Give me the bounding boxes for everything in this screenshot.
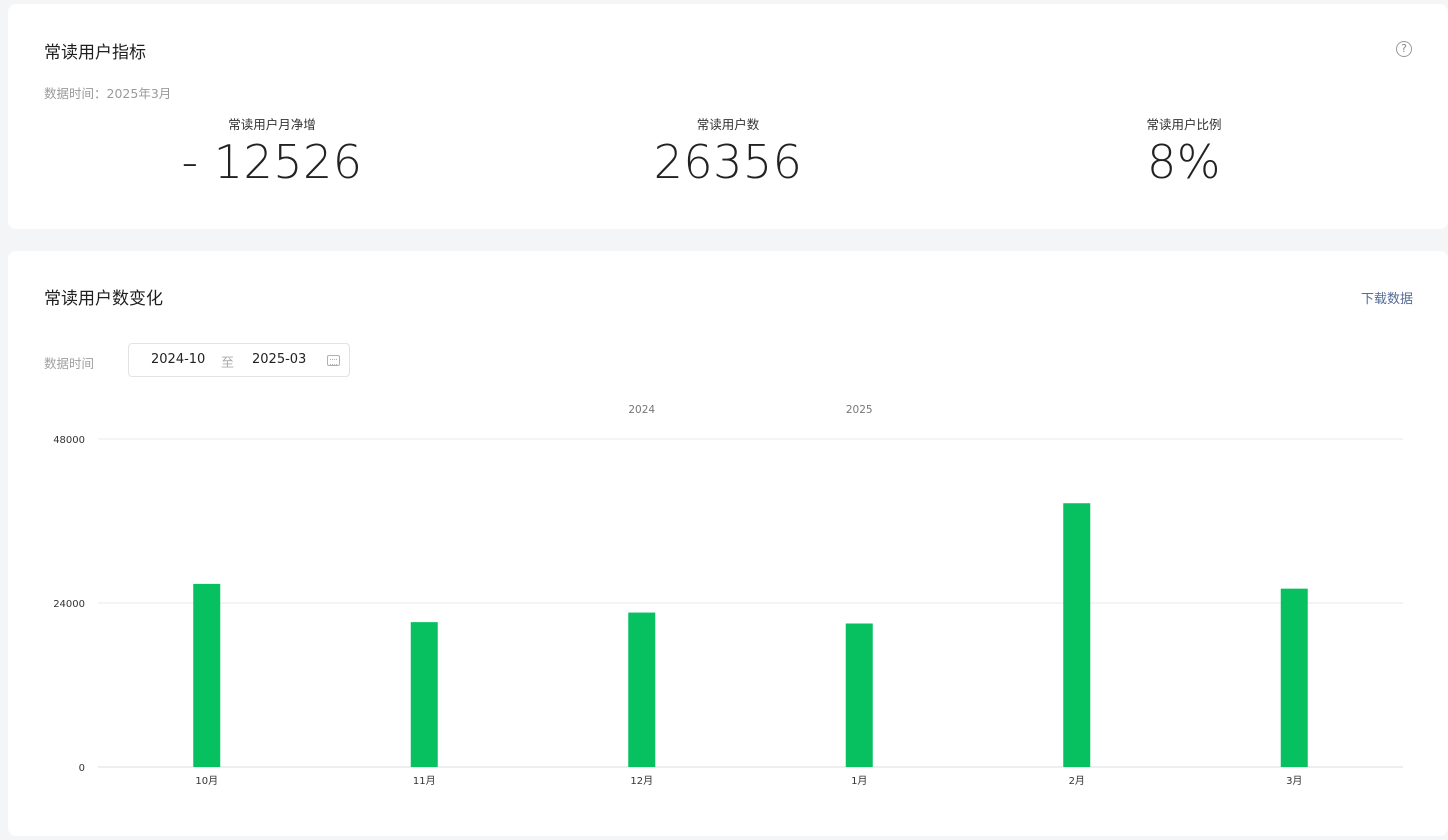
data-time: 数据时间： 2025年3月 [44,83,171,102]
question-circle-icon[interactable]: ? [1396,41,1412,57]
chart-bars [193,503,1308,767]
chart-grid: 0 24000 48000 [53,435,1403,774]
y-tick-label: 24000 [53,599,85,610]
bar[interactable] [1280,588,1308,767]
metric-user-ratio: 常读用户比例 8% [1024,116,1344,187]
x-tick-label: 11月 [413,775,436,787]
year-label: 2024 [628,404,655,416]
metric-net-growth: 常读用户月净增 - 12526 [112,116,432,187]
year-label: 2025 [846,404,873,416]
bar[interactable] [410,622,438,767]
year-labels: 2024 2025 [628,404,872,416]
x-tick-label: 3月 [1286,775,1302,787]
bar[interactable] [193,583,221,767]
metric-label: 常读用户比例 [1146,117,1222,132]
data-time-value: 2025年3月 [106,86,172,101]
x-axis-labels: 10月 11月 12月 1月 2月 3月 [195,775,1302,787]
x-tick-label: 2月 [1069,775,1085,787]
metrics-card-title: 常读用户指标 [44,43,146,63]
bar[interactable] [628,612,656,767]
x-tick-label: 1月 [851,775,867,787]
bar[interactable] [845,623,873,768]
metric-label: 常读用户数 [696,117,760,132]
data-time-label: 数据时间： [44,86,107,101]
x-tick-label: 12月 [630,775,653,787]
metric-user-count: 常读用户数 26356 [568,116,888,187]
bar-chart: 0 24000 48000 2024 2025 10月 11月 12月 1月 2月 3月 [53,404,1403,787]
y-tick-label: 0 [79,763,85,774]
x-tick-label: 10月 [195,775,218,787]
y-tick-label: 48000 [53,435,85,446]
metric-value: 26356 [653,135,803,189]
bar[interactable] [1063,503,1091,767]
metric-value: 8% [1147,135,1221,189]
metric-label: 常读用户月净增 [228,117,316,132]
metrics-card: 常读用户指标 ? 数据时间： 2025年3月 常读用户月净增 - 12526 常… [8,4,1448,229]
chart-card: 常读用户数变化 下载数据 数据时间 2024-10 至 2025-03 0 240… [8,251,1448,836]
metric-value: - 12526 [181,135,363,189]
